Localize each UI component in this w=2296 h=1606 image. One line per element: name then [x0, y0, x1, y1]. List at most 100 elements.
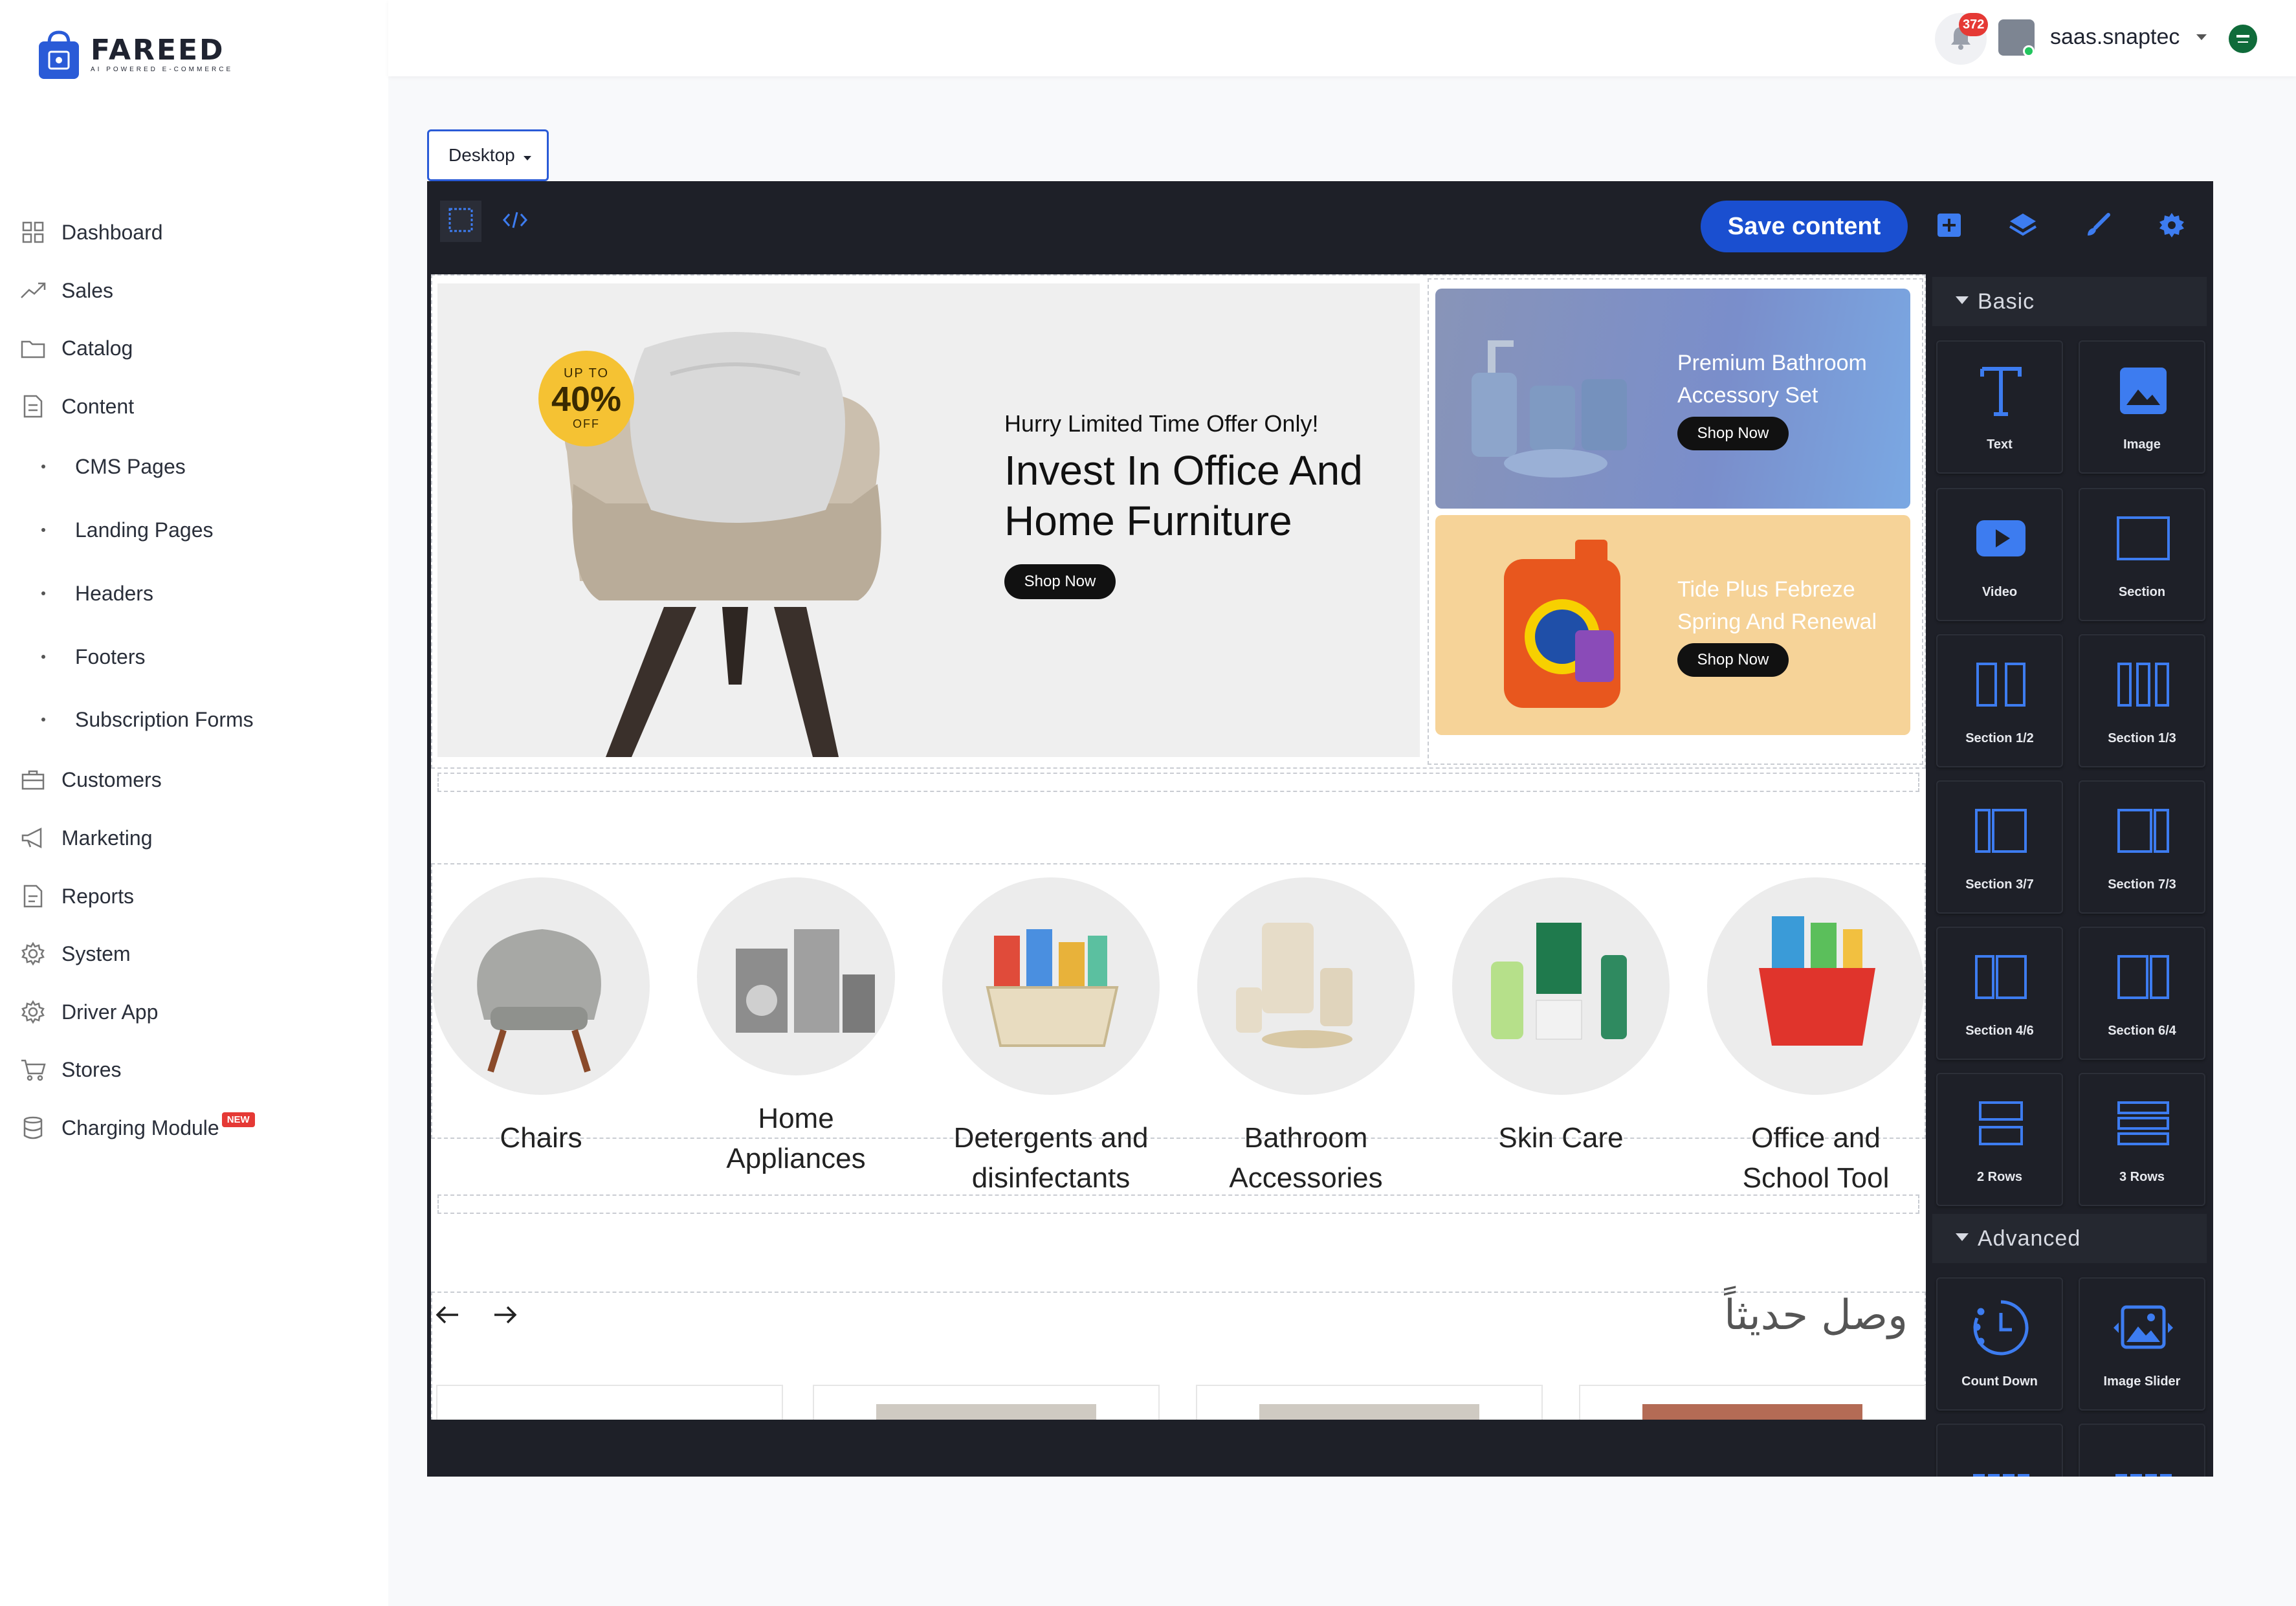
sidebar-item-sales[interactable]: Sales — [0, 268, 388, 313]
sidebar-item-dashboard[interactable]: Dashboard — [0, 210, 388, 255]
bathroom-set-image — [1472, 340, 1627, 478]
code-icon — [502, 210, 528, 233]
gear-icon — [19, 940, 47, 967]
bullet-icon — [41, 655, 45, 659]
online-status-dot — [2023, 45, 2035, 57]
image-icon — [2111, 358, 2176, 423]
sidebar-subitem-cms-pages[interactable]: CMS Pages — [0, 444, 388, 489]
bullet-icon — [41, 591, 45, 595]
section-3-7-icon — [1969, 798, 2033, 863]
device-select[interactable]: Desktop — [427, 129, 549, 181]
sidebar-subitem-headers[interactable]: Headers — [0, 571, 388, 616]
block-section-1-2[interactable]: Section 1/2 — [1936, 634, 2063, 767]
block-section-4-6[interactable]: Section 4/6 — [1936, 927, 2063, 1060]
sidebar-item-reports[interactable]: Reports — [0, 874, 388, 919]
category-detergents[interactable]: Detergents and disinfectants — [941, 877, 1161, 1198]
product-card[interactable] — [1579, 1385, 1926, 1420]
block-partial[interactable] — [2079, 1424, 2205, 1477]
block-image[interactable]: Image — [2079, 340, 2205, 474]
code-view-button[interactable] — [494, 201, 536, 242]
block-section-7-3[interactable]: Section 7/3 — [2079, 780, 2205, 914]
product-card[interactable] — [436, 1385, 783, 1420]
promo-shop-now-button[interactable]: Shop Now — [1677, 417, 1789, 450]
sidebar-item-label: Charging Module NEW — [61, 1112, 255, 1140]
style-manager-button[interactable] — [2077, 206, 2119, 247]
category-skin-care[interactable]: Skin Care — [1451, 877, 1671, 1158]
block-3-rows[interactable]: 3 Rows — [2079, 1073, 2205, 1206]
sidebar-item-label: System — [61, 941, 131, 965]
grid-blocks-icon — [1969, 1442, 2033, 1477]
basic-category-header[interactable]: Basic — [1932, 277, 2207, 326]
sidebar-item-label: Subscription Forms — [75, 707, 254, 731]
sidebar-item-driver-app[interactable]: Driver App — [0, 989, 388, 1035]
gear-icon — [2158, 212, 2185, 242]
block-video[interactable]: Video — [1936, 488, 2063, 621]
cart-icon — [19, 1056, 47, 1083]
add-block-button[interactable] — [1928, 206, 1970, 247]
select-tool-button[interactable] — [440, 201, 481, 242]
sidebar-item-content[interactable]: Content — [0, 384, 388, 429]
plus-square-icon — [1936, 212, 1962, 241]
block-2-rows[interactable]: 2 Rows — [1936, 1073, 2063, 1206]
sidebar-item-customers[interactable]: Customers — [0, 757, 388, 802]
block-label: Video — [1981, 585, 2018, 599]
block-partial[interactable] — [1936, 1424, 2063, 1477]
megaphone-icon — [19, 824, 47, 852]
language-flag-icon[interactable] — [2229, 25, 2257, 53]
sidebar-item-stores[interactable]: Stores — [0, 1047, 388, 1092]
username[interactable]: saas.snaptec — [2050, 25, 2180, 50]
block-count-down[interactable]: Count Down — [1936, 1277, 2063, 1411]
block-text[interactable]: Text — [1936, 340, 2063, 474]
category-bathroom-accessories[interactable]: Bathroom Accessories — [1196, 877, 1416, 1198]
sidebar-item-label: Content — [61, 394, 135, 418]
hero-shop-now-button[interactable]: Shop Now — [1004, 564, 1116, 599]
device-select-value: Desktop — [448, 145, 515, 165]
layers-button[interactable] — [2002, 206, 2044, 247]
settings-button[interactable] — [2151, 206, 2192, 247]
block-section-6-4[interactable]: Section 6/4 — [2079, 927, 2205, 1060]
chevron-down-icon[interactable] — [2195, 32, 2208, 45]
brand-logo[interactable]: FAREED AI POWERED E-COMMERCE — [36, 28, 233, 80]
save-content-button[interactable]: Save content — [1701, 201, 1908, 252]
sidebar-subitem-footers[interactable]: Footers — [0, 634, 388, 679]
hero-banner[interactable]: UP TO 40% OFF Hurry Limited Time Offer O… — [437, 283, 1420, 757]
sidebar-item-charging-module[interactable]: Charging Module NEW — [0, 1105, 388, 1150]
category-office-school-tool[interactable]: Office and School Tool — [1706, 877, 1926, 1198]
block-section-3-7[interactable]: Section 3/7 — [1936, 780, 2063, 914]
brand-name: FAREED — [91, 33, 225, 67]
editor-canvas[interactable]: UP TO 40% OFF Hurry Limited Time Offer O… — [431, 274, 1926, 1420]
arrow-left-icon[interactable] — [435, 1303, 461, 1330]
sidebar-item-system[interactable]: System — [0, 931, 388, 976]
category-chairs[interactable]: Chairs — [431, 877, 651, 1158]
sidebar-item-label: Catalog — [61, 336, 133, 360]
advanced-category-header[interactable]: Advanced — [1932, 1214, 2207, 1263]
block-section[interactable]: Section — [2079, 488, 2205, 621]
countdown-icon — [1969, 1295, 2033, 1360]
product-card[interactable] — [1196, 1385, 1543, 1420]
promo-shop-now-button[interactable]: Shop Now — [1677, 643, 1789, 677]
sidebar-subitem-subscription-forms[interactable]: Subscription Forms — [0, 697, 388, 742]
block-section-1-3[interactable]: Section 1/3 — [2079, 634, 2205, 767]
block-label: Section — [2118, 585, 2166, 599]
video-icon — [1969, 506, 2033, 571]
category-home-appliances[interactable]: Home Appliances — [686, 877, 906, 1179]
sidebar-item-label: Driver App — [61, 1000, 159, 1024]
sidebar-item-label: Headers — [75, 581, 153, 605]
block-label: 2 Rows — [1976, 1170, 2023, 1184]
product-card[interactable] — [813, 1385, 1160, 1420]
arrow-right-icon[interactable] — [492, 1303, 518, 1330]
category-image — [1707, 877, 1925, 1095]
block-image-slider[interactable]: Image Slider — [2079, 1277, 2205, 1411]
columns-2-icon — [1969, 652, 2033, 717]
sidebar-subitem-landing-pages[interactable]: Landing Pages — [0, 507, 388, 553]
sidebar-item-label: CMS Pages — [75, 454, 186, 478]
grid-icon — [19, 219, 47, 246]
sidebar-item-marketing[interactable]: Marketing — [0, 815, 388, 861]
sidebar-item-catalog[interactable]: Catalog — [0, 325, 388, 371]
promo-card-tide[interactable]: Tide Plus Febreze Spring And Renewal Sho… — [1435, 515, 1910, 735]
sidebar: FAREED AI POWERED E-COMMERCE Dashboard S… — [0, 0, 388, 1606]
block-label: Image Slider — [2103, 1374, 2181, 1389]
category-image — [432, 877, 650, 1095]
hero-title: Invest In Office And Home Furniture — [1004, 447, 1363, 544]
promo-card-bathroom[interactable]: Premium Bathroom Accessory Set Shop Now — [1435, 289, 1910, 509]
